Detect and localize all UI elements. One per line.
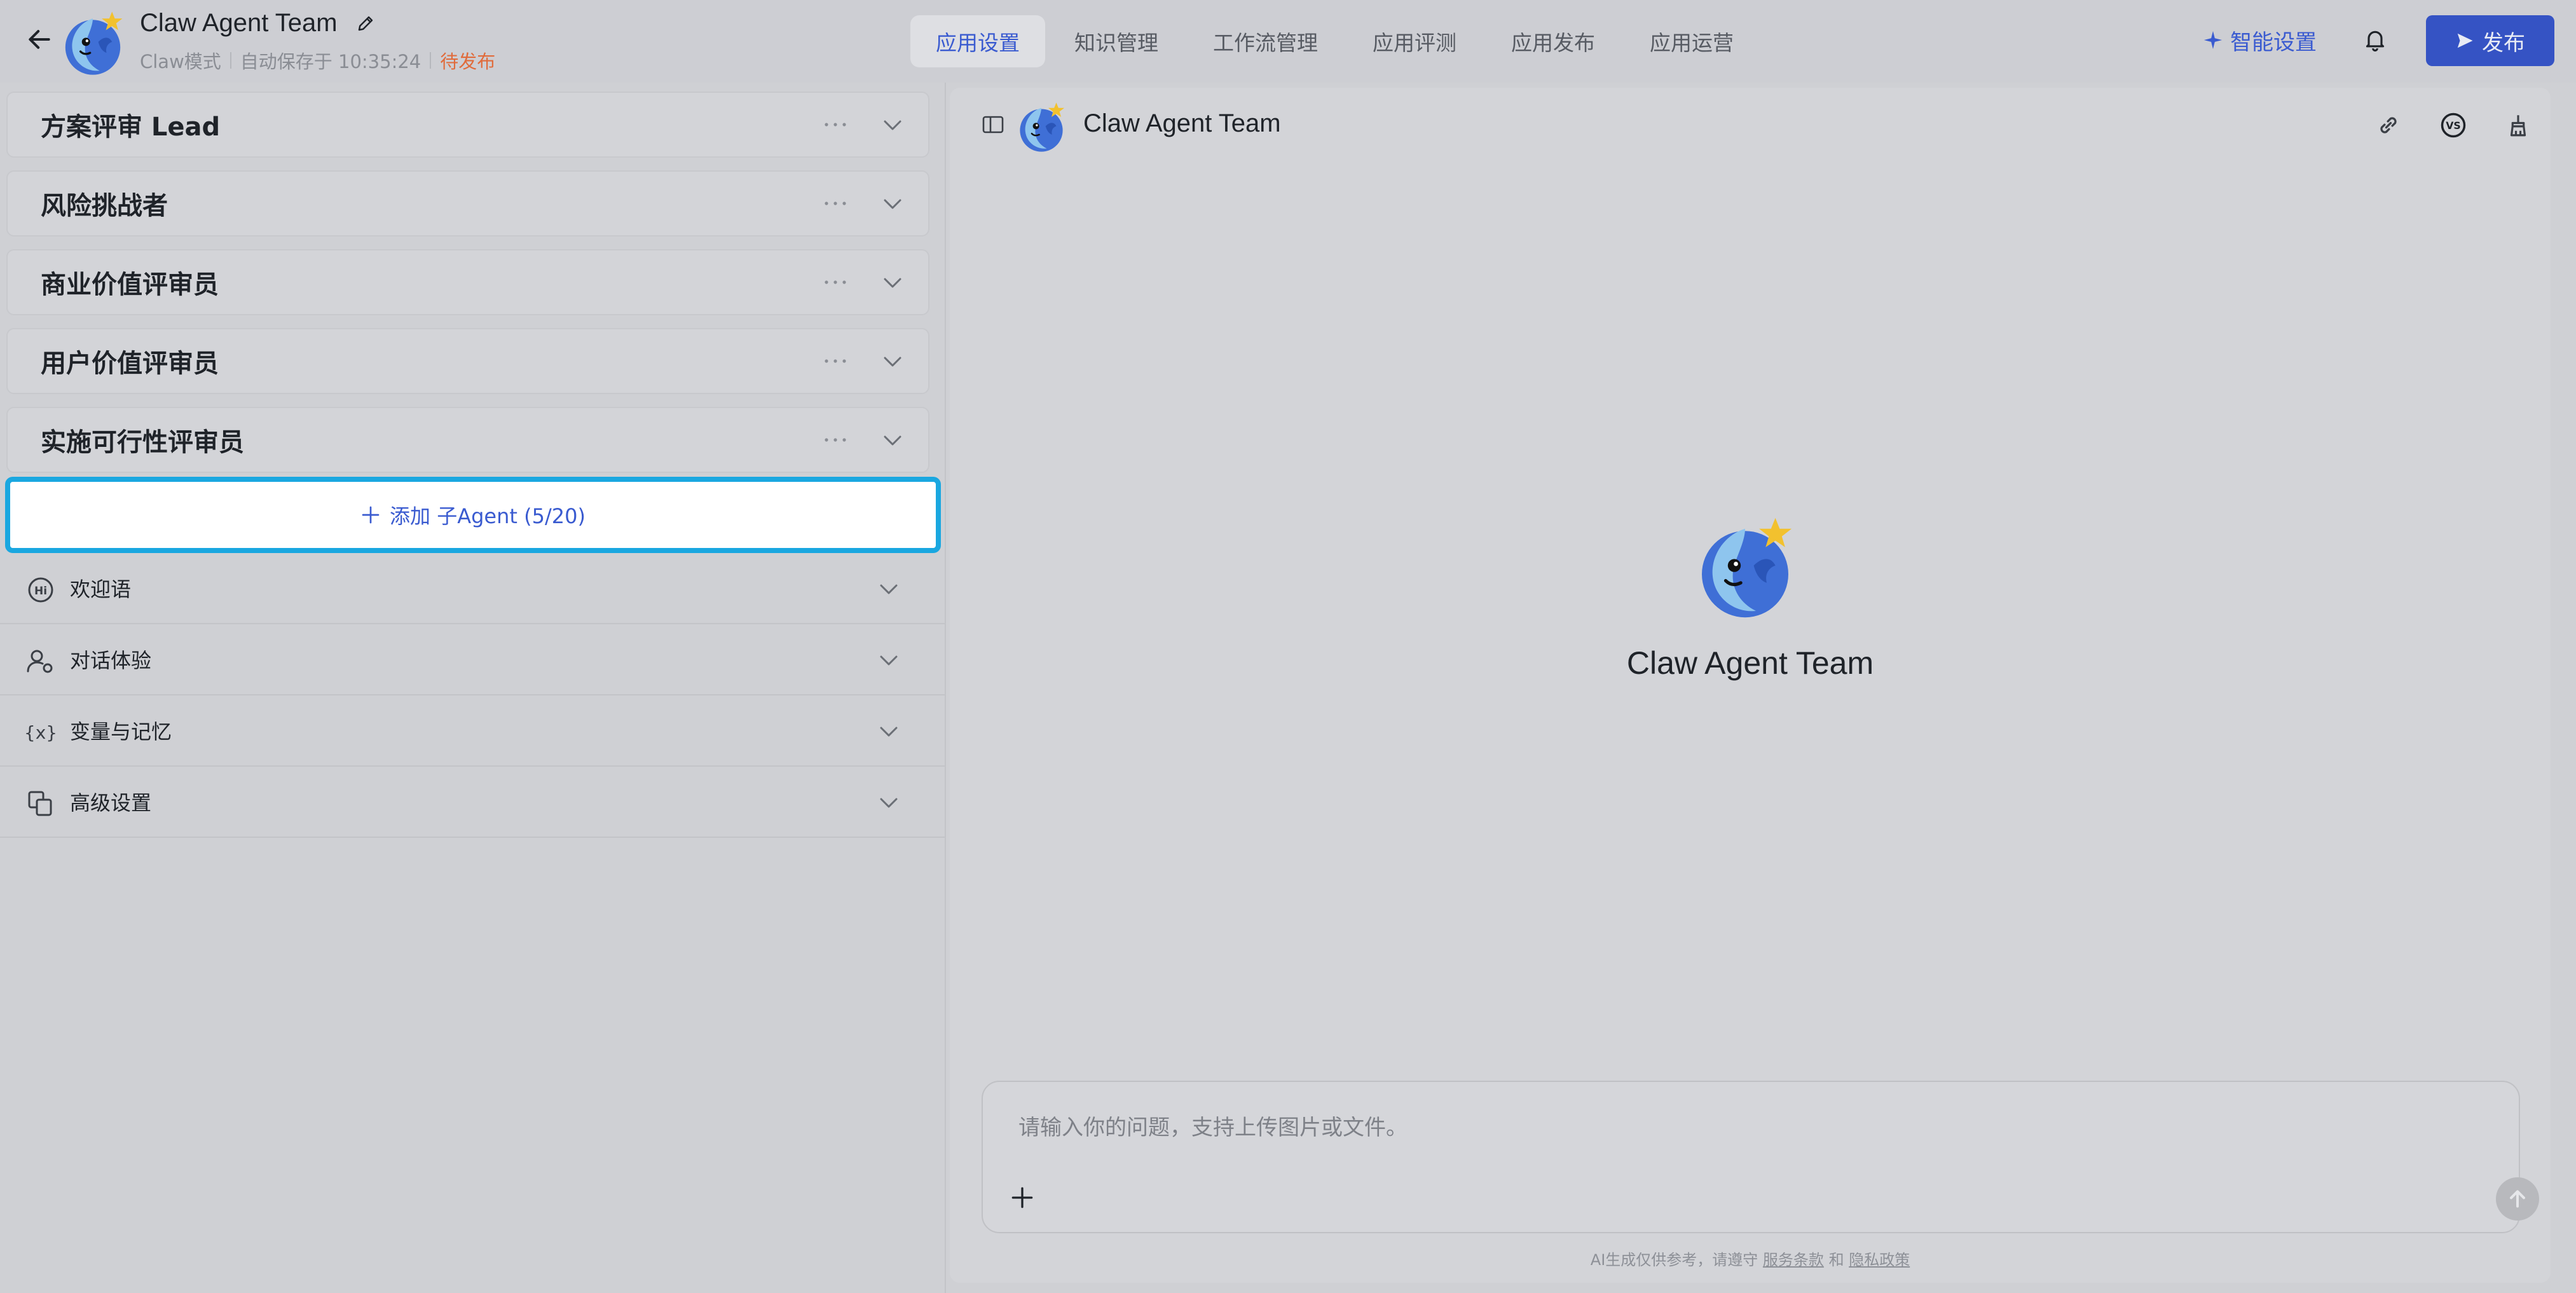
status-badge: 待发布 (440, 51, 496, 72)
hi-icon: Hi (28, 577, 53, 603)
center-title: Claw Agent Team (1626, 645, 1874, 681)
agent-name: 商业价值评审员 (41, 270, 219, 299)
chevron-down-icon[interactable] (881, 116, 904, 135)
sparkle-icon (2203, 31, 2223, 50)
more-icon[interactable] (823, 197, 848, 210)
add-sub-agent-label: 添加 子Agent (5/20) (390, 504, 586, 528)
preview-panel: Claw Agent Team VS Claw Agent Team 请输入你的… (950, 88, 2551, 1283)
chat-input[interactable]: 请输入你的问题，支持上传图片或文件。 (982, 1081, 2539, 1233)
main-nav-tabs: 应用设置 知识管理 工作流管理 应用评测 应用发布 应用运营 (910, 15, 1763, 67)
chat-input-placeholder: 请输入你的问题，支持上传图片或文件。 (1018, 1115, 1408, 1140)
add-sub-agent-button[interactable]: 添加 子Agent (5/20) (5, 477, 941, 553)
chevron-down-icon[interactable] (881, 195, 904, 214)
agent-card[interactable]: 风险挑战者 (6, 170, 929, 236)
publish-button[interactable]: 发布 (2426, 15, 2554, 66)
agent-name: 实施可行性评审员 (41, 428, 244, 457)
terms-link[interactable]: 服务条款 (1763, 1251, 1824, 1269)
mode-label: Claw模式 (140, 51, 221, 72)
tab-operations[interactable]: 应用运营 (1624, 15, 1759, 67)
agent-card[interactable]: 方案评审 Lead (6, 92, 929, 158)
copy-icon (28, 791, 52, 816)
user-settings-icon (27, 650, 53, 673)
attach-plus-icon[interactable] (1008, 1184, 1036, 1212)
link-icon[interactable] (2375, 112, 2402, 139)
more-icon[interactable] (823, 276, 848, 289)
agent-name: 方案评审 Lead (41, 113, 221, 142)
tab-knowledge[interactable]: 知识管理 (1049, 15, 1184, 67)
chevron-down-icon[interactable] (877, 651, 900, 670)
app-meta: Claw模式 自动保存于 10:35:24 待发布 (140, 47, 495, 74)
section-label: 对话体验 (70, 648, 152, 673)
chevron-down-icon[interactable] (881, 352, 904, 371)
tab-app-settings[interactable]: 应用设置 (910, 15, 1045, 67)
more-icon[interactable] (823, 434, 848, 446)
send-button[interactable] (2496, 1177, 2539, 1221)
chevron-down-icon[interactable] (881, 431, 904, 450)
meta-divider (230, 52, 231, 69)
preview-title: Claw Agent Team (1083, 109, 1281, 137)
chevron-down-icon[interactable] (877, 793, 900, 812)
sidebar-toggle-icon[interactable] (982, 114, 1004, 135)
back-arrow-icon[interactable] (25, 25, 53, 53)
section-variables[interactable]: {x} 变量与记忆 (0, 695, 945, 767)
publish-label: 发布 (2482, 30, 2525, 56)
svg-text:Hi: Hi (34, 585, 47, 598)
disclaimer-text: AI生成仅供参考，请遵守 (1590, 1251, 1758, 1269)
plus-icon (362, 506, 380, 524)
arrow-up-icon (2510, 1190, 2525, 1208)
left-config-panel: 方案评审 Lead 风险挑战者 商业价值评审员 用户价值评审员 实施可行性评审员… (0, 83, 945, 1293)
section-welcome[interactable]: Hi 欢迎语 (0, 553, 945, 624)
edit-pencil-icon[interactable] (356, 14, 375, 33)
more-icon[interactable] (823, 355, 848, 367)
section-label: 欢迎语 (70, 577, 132, 601)
broom-icon[interactable] (2505, 112, 2531, 139)
agent-name: 用户价值评审员 (41, 349, 219, 378)
send-icon (2457, 33, 2473, 48)
app-avatar (64, 10, 124, 76)
chevron-down-icon[interactable] (877, 722, 900, 741)
center-avatar (1691, 514, 1799, 622)
smart-settings-label: 智能设置 (2230, 29, 2317, 55)
preview-avatar (1019, 102, 1065, 153)
section-advanced[interactable]: 高级设置 (0, 767, 945, 838)
agent-card[interactable]: 用户价值评审员 (6, 328, 929, 394)
variable-icon: {x} (25, 722, 56, 743)
app-title: Claw Agent Team (140, 9, 338, 37)
autosave-label: 自动保存于 10:35:24 (240, 51, 421, 72)
section-label: 变量与记忆 (70, 720, 172, 744)
agent-name: 风险挑战者 (41, 191, 168, 221)
agent-card[interactable]: 商业价值评审员 (6, 249, 929, 315)
agent-card[interactable]: 实施可行性评审员 (6, 407, 929, 473)
chevron-down-icon[interactable] (881, 273, 904, 292)
svg-text:{x}: {x} (25, 722, 56, 743)
top-header: Claw Agent Team Claw模式 自动保存于 10:35:24 待发… (0, 0, 2576, 83)
section-conversation[interactable]: 对话体验 (0, 624, 945, 695)
section-label: 高级设置 (70, 791, 152, 815)
chevron-down-icon[interactable] (877, 580, 900, 599)
tab-workflow[interactable]: 工作流管理 (1188, 15, 1343, 67)
more-icon[interactable] (823, 118, 848, 131)
panel-divider (945, 83, 946, 1293)
disclaimer-and: 和 (1828, 1251, 1844, 1269)
bell-icon[interactable] (2362, 27, 2388, 52)
svg-text:VS: VS (2446, 120, 2461, 132)
tab-evaluation[interactable]: 应用评测 (1347, 15, 1482, 67)
meta-divider (430, 52, 432, 69)
footer-disclaimer: AI生成仅供参考，请遵守 服务条款 和 隐私政策 (950, 1247, 2551, 1269)
smart-settings-button[interactable]: 智能设置 (2202, 25, 2317, 55)
tab-release[interactable]: 应用发布 (1486, 15, 1620, 67)
privacy-link[interactable]: 隐私政策 (1849, 1251, 1910, 1269)
vs-compare-icon[interactable]: VS (2440, 112, 2467, 139)
